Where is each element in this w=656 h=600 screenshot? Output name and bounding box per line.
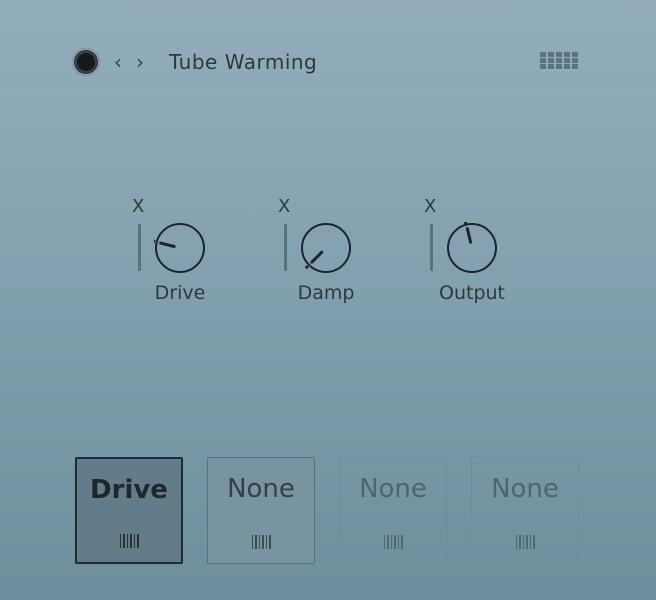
macro-slot-2[interactable]: None bbox=[207, 457, 315, 564]
slot-label: None bbox=[359, 474, 427, 504]
grid-icon[interactable] bbox=[540, 52, 578, 70]
knob-pointer bbox=[159, 241, 176, 249]
prev-preset-button[interactable]: ‹ bbox=[114, 48, 122, 76]
slot-label: None bbox=[491, 474, 559, 504]
power-button[interactable] bbox=[72, 48, 100, 76]
slot-handle-icon bbox=[77, 534, 181, 548]
knob-label: Damp bbox=[297, 282, 355, 304]
mod-x-label[interactable]: X bbox=[278, 196, 290, 217]
macro-slot-1[interactable]: Drive bbox=[75, 457, 183, 564]
preset-title: Tube Warming bbox=[169, 50, 318, 74]
knob-drive: X Drive bbox=[132, 196, 242, 316]
knob-pointer bbox=[310, 250, 324, 264]
knob-pointer bbox=[465, 227, 473, 244]
mod-x-label[interactable]: X bbox=[132, 196, 144, 217]
knob-output: X Output bbox=[424, 196, 534, 316]
slot-handle-icon bbox=[340, 535, 446, 549]
damp-knob[interactable] bbox=[300, 222, 352, 274]
knob-indicator-dot bbox=[305, 265, 309, 269]
header: ‹ › Tube Warming bbox=[72, 46, 578, 78]
slot-handle-icon bbox=[208, 535, 314, 549]
power-icon bbox=[77, 53, 95, 71]
slot-label: None bbox=[227, 474, 295, 504]
output-knob[interactable] bbox=[446, 222, 498, 274]
knob-ring bbox=[155, 223, 205, 273]
mod-bar[interactable] bbox=[430, 224, 433, 271]
knob-label: Drive bbox=[154, 282, 206, 304]
drive-knob[interactable] bbox=[154, 222, 206, 274]
knob-ring bbox=[301, 223, 351, 273]
knob-damp: X Damp bbox=[278, 196, 388, 316]
macro-slot-3[interactable]: None bbox=[339, 457, 447, 564]
macro-slot-4[interactable]: None bbox=[471, 457, 579, 564]
mod-x-label[interactable]: X bbox=[424, 196, 436, 217]
knob-label: Output bbox=[439, 282, 505, 304]
knob-indicator-dot bbox=[154, 239, 156, 243]
mod-bar[interactable] bbox=[138, 224, 141, 271]
next-preset-button[interactable]: › bbox=[136, 48, 144, 76]
mod-bar[interactable] bbox=[284, 224, 287, 271]
slot-handle-icon bbox=[472, 535, 578, 549]
slot-label: Drive bbox=[90, 475, 168, 505]
knob-ring bbox=[447, 223, 497, 273]
